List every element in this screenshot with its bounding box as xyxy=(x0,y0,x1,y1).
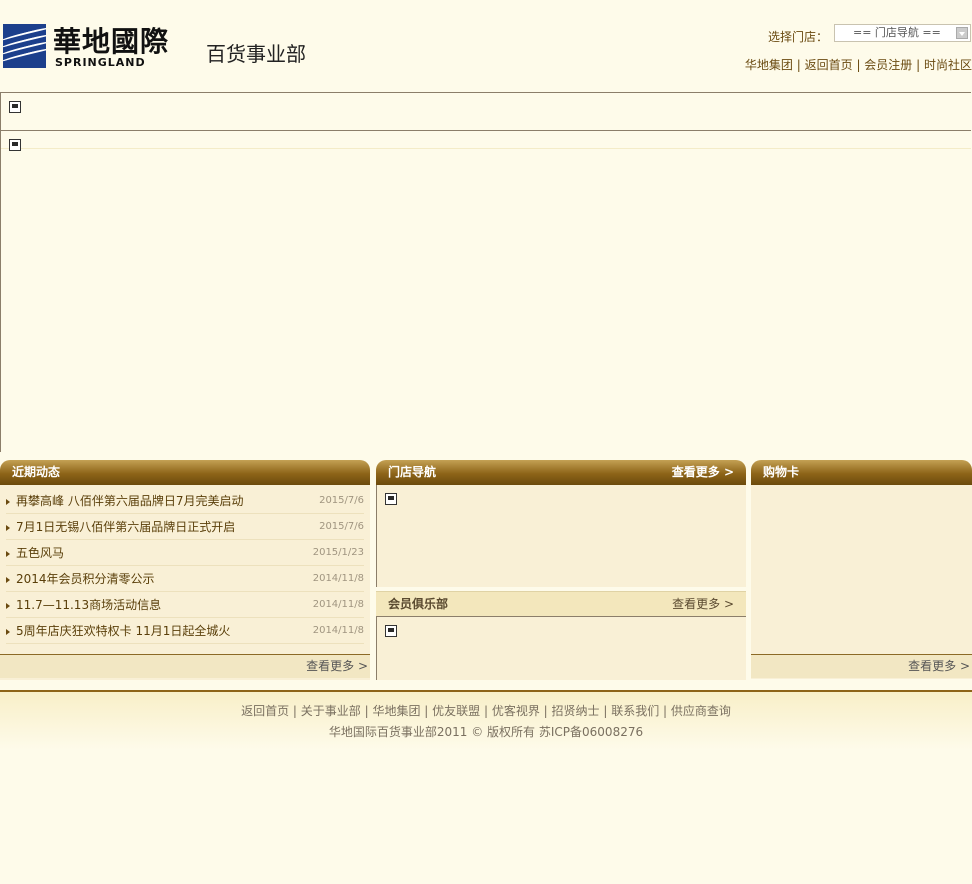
bullet-arrow-icon xyxy=(6,525,10,531)
link-home[interactable]: 返回首页 xyxy=(805,58,853,72)
recent-news-more-bar: 查看更多 > xyxy=(0,654,370,678)
news-item[interactable]: 5周年店庆狂欢特权卡 11月1日起全城火 2014/11/8 xyxy=(6,618,364,644)
main-banner xyxy=(0,130,971,452)
page-footer: 返回首页 | 关于事业部 | 华地集团 | 优友联盟 | 优客视界 | 招贤纳士… xyxy=(0,690,972,750)
broken-image-icon xyxy=(385,625,397,637)
news-title[interactable]: 5周年店庆狂欢特权卡 11月1日起全城火 xyxy=(16,618,230,644)
store-nav-body xyxy=(376,485,746,587)
news-item[interactable]: 五色风马 2015/1/23 xyxy=(6,540,364,566)
member-club-title: 会员俱乐部 xyxy=(388,597,449,611)
footer-link-vision[interactable]: 优客视界 xyxy=(492,704,540,718)
logo-english-text: SPRINGLAND xyxy=(55,56,146,69)
news-title[interactable]: 再攀高峰 八佰伴第六届品牌日7月完美启动 xyxy=(16,488,243,514)
news-title[interactable]: 五色风马 xyxy=(16,540,64,566)
store-select-value: == 门店导航 == xyxy=(853,26,941,39)
news-title[interactable]: 2014年会员积分清零公示 xyxy=(16,566,155,592)
footer-copyright: 华地国际百货事业部2011 © 版权所有 苏ICP备06008276 xyxy=(328,725,644,739)
store-nav-more-link[interactable]: 查看更多 > xyxy=(672,460,734,485)
news-date: 2014/11/8 xyxy=(312,625,364,636)
footer-link-careers[interactable]: 招贤纳士 xyxy=(552,704,600,718)
news-date: 2014/11/8 xyxy=(312,573,364,584)
footer-link-home[interactable]: 返回首页 xyxy=(241,704,289,718)
department-title: 百货事业部 xyxy=(206,42,306,66)
member-club-body xyxy=(376,617,746,680)
link-community[interactable]: 时尚社区 xyxy=(924,58,972,72)
store-select-label: 选择门店： xyxy=(768,30,829,44)
recent-news-header: 近期动态 xyxy=(0,460,370,485)
link-register[interactable]: 会员注册 xyxy=(864,58,912,72)
top-links: 华地集团 | 返回首页 | 会员注册 | 时尚社区 xyxy=(744,58,972,72)
news-title[interactable]: 11.7—11.13商场活动信息 xyxy=(16,592,161,618)
news-item[interactable]: 再攀高峰 八佰伴第六届品牌日7月完美启动 2015/7/6 xyxy=(6,488,364,514)
footer-link-about[interactable]: 关于事业部 xyxy=(301,704,361,718)
footer-link-supplier[interactable]: 供应商查询 xyxy=(671,704,731,718)
chevron-down-icon[interactable] xyxy=(956,27,968,39)
bullet-arrow-icon xyxy=(6,603,10,609)
logo-mark-icon xyxy=(3,24,46,68)
bullet-arrow-icon xyxy=(6,551,10,557)
page-header: 華地國際 SPRINGLAND 百货事业部 选择门店： == 门店导航 == 华… xyxy=(0,0,972,92)
store-nav-title: 门店导航 xyxy=(388,465,437,479)
broken-image-icon xyxy=(9,139,21,151)
member-club-more-link[interactable]: 查看更多 > xyxy=(672,592,734,616)
news-list: 再攀高峰 八佰伴第六届品牌日7月完美启动 2015/7/6 7月1日无锡八佰伴第… xyxy=(0,485,370,644)
springland-logo[interactable]: 華地國際 SPRINGLAND xyxy=(3,24,178,70)
shopping-card-more-link[interactable]: 查看更多 > xyxy=(908,659,970,673)
shopping-card-header: 购物卡 xyxy=(751,460,972,485)
news-date: 2015/7/6 xyxy=(319,521,364,532)
recent-news-title: 近期动态 xyxy=(12,465,61,479)
recent-news-panel: 近期动态 再攀高峰 八佰伴第六届品牌日7月完美启动 2015/7/6 7月1日无… xyxy=(0,460,370,680)
nav-banner xyxy=(0,92,971,131)
news-date: 2015/7/6 xyxy=(319,495,364,506)
recent-news-more-link[interactable]: 查看更多 > xyxy=(306,659,368,673)
shopping-card-title: 购物卡 xyxy=(763,465,800,479)
news-item[interactable]: 7月1日无锡八佰伴第六届品牌日正式开启 2015/7/6 xyxy=(6,514,364,540)
news-item[interactable]: 11.7—11.13商场活动信息 2014/11/8 xyxy=(6,592,364,618)
broken-image-icon xyxy=(9,101,21,113)
bullet-arrow-icon xyxy=(6,577,10,583)
link-group[interactable]: 华地集团 xyxy=(745,58,793,72)
footer-link-group[interactable]: 华地集团 xyxy=(372,704,420,718)
shopping-card-panel: 购物卡 查看更多 > xyxy=(751,460,972,679)
footer-link-alliance[interactable]: 优友联盟 xyxy=(432,704,480,718)
shopping-card-body: 查看更多 > xyxy=(751,485,972,679)
news-item[interactable]: 2014年会员积分清零公示 2014/11/8 xyxy=(6,566,364,592)
footer-links: 返回首页 | 关于事业部 | 华地集团 | 优友联盟 | 优客视界 | 招贤纳士… xyxy=(241,704,731,718)
logo-chinese-text: 華地國際 xyxy=(53,25,170,58)
store-nav-header: 门店导航 查看更多 > xyxy=(376,460,746,485)
shopping-card-more-bar: 查看更多 > xyxy=(751,654,972,678)
broken-image-icon xyxy=(385,493,397,505)
news-date: 2015/1/23 xyxy=(312,547,364,558)
footer-link-contact[interactable]: 联系我们 xyxy=(611,704,659,718)
news-title[interactable]: 7月1日无锡八佰伴第六届品牌日正式开启 xyxy=(16,514,235,540)
bullet-arrow-icon xyxy=(6,499,10,505)
store-select-dropdown[interactable]: == 门店导航 == xyxy=(834,24,971,42)
news-date: 2014/11/8 xyxy=(312,599,364,610)
member-club-header: 会员俱乐部 查看更多 > xyxy=(376,591,746,617)
bullet-arrow-icon xyxy=(6,629,10,635)
store-nav-panel: 门店导航 查看更多 > xyxy=(376,460,746,587)
recent-news-body: 再攀高峰 八佰伴第六届品牌日7月完美启动 2015/7/6 7月1日无锡八佰伴第… xyxy=(0,485,370,680)
